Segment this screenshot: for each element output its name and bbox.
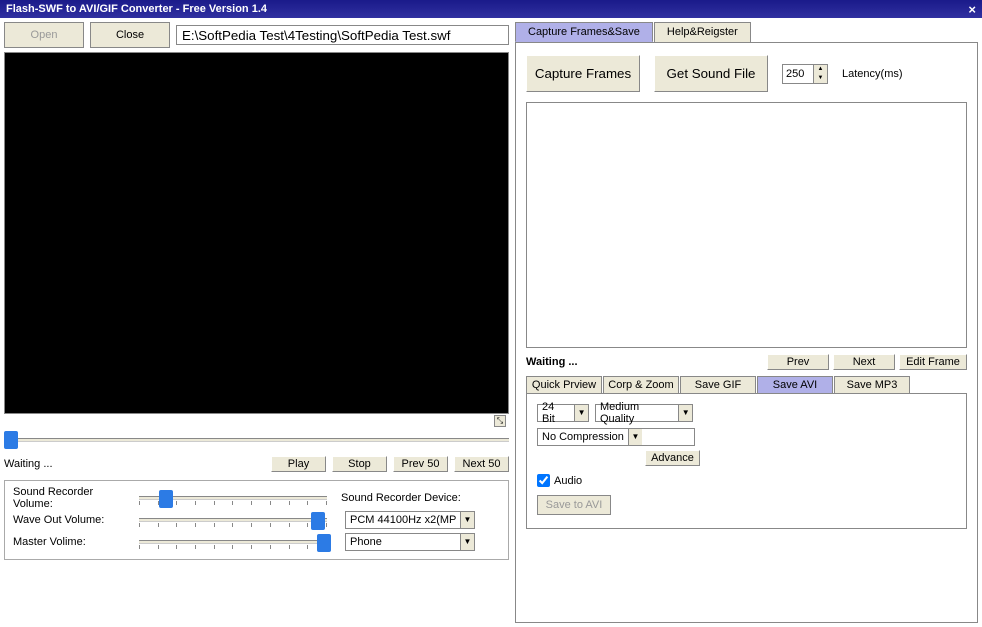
close-file-button[interactable]: Close: [90, 22, 170, 48]
prev-frame-button[interactable]: Prev: [767, 354, 829, 370]
chevron-down-icon: ▼: [628, 429, 642, 445]
subtab-crop-zoom[interactable]: Corp & Zoom: [603, 376, 679, 393]
edit-frame-button[interactable]: Edit Frame: [899, 354, 967, 370]
chevron-down-icon: ▼: [460, 512, 474, 528]
latency-spinner[interactable]: ▲▼: [782, 64, 828, 84]
spin-up-icon[interactable]: ▲: [813, 65, 827, 74]
next-frame-button[interactable]: Next: [833, 354, 895, 370]
window-close-icon[interactable]: ×: [968, 2, 976, 17]
subtab-save-avi[interactable]: Save AVI: [757, 376, 833, 393]
sound-rec-volume-label: Sound Recorder Volume:: [13, 486, 135, 510]
phone-device-select[interactable]: Phone▼: [345, 533, 475, 551]
compression-select[interactable]: No Compression▼: [537, 428, 695, 446]
window-title: Flash-SWF to AVI/GIF Converter - Free Ve…: [6, 3, 267, 15]
resize-handle-icon[interactable]: ⤡: [494, 415, 506, 427]
prev-50-button[interactable]: Prev 50: [393, 456, 448, 472]
subtab-save-mp3[interactable]: Save MP3: [834, 376, 910, 393]
audio-checkbox-input[interactable]: [537, 474, 550, 487]
subtab-quick-preview[interactable]: Quick Prview: [526, 376, 602, 393]
chevron-down-icon: ▼: [574, 405, 588, 421]
play-button[interactable]: Play: [271, 456, 326, 472]
master-volume-slider[interactable]: [139, 533, 327, 551]
latency-value[interactable]: [783, 65, 813, 83]
tab-capture-save[interactable]: Capture Frames&Save: [515, 22, 653, 42]
subtab-save-gif[interactable]: Save GIF: [680, 376, 756, 393]
sound-settings-group: Sound Recorder Volume: Sound Recorder De…: [4, 480, 509, 560]
open-button[interactable]: Open: [4, 22, 84, 48]
sound-device-select[interactable]: PCM 44100Hz x2(MP▼: [345, 511, 475, 529]
wave-out-volume-label: Wave Out Volume:: [13, 514, 135, 526]
spin-down-icon[interactable]: ▼: [813, 74, 827, 83]
save-to-avi-button[interactable]: Save to AVI: [537, 495, 611, 515]
swf-preview-area: ⤡: [4, 52, 509, 414]
get-sound-file-button[interactable]: Get Sound File: [654, 55, 768, 92]
sound-rec-volume-slider[interactable]: [139, 489, 327, 507]
master-volume-label: Master Volime:: [13, 536, 135, 548]
sound-device-label: Sound Recorder Device:: [341, 492, 471, 504]
captured-frames-area: [526, 102, 967, 348]
chevron-down-icon: ▼: [678, 405, 692, 421]
advance-button[interactable]: Advance: [645, 450, 700, 466]
capture-frames-button[interactable]: Capture Frames: [526, 55, 640, 92]
stop-button[interactable]: Stop: [332, 456, 387, 472]
wave-out-volume-slider[interactable]: [139, 511, 327, 529]
title-bar: Flash-SWF to AVI/GIF Converter - Free Ve…: [0, 0, 982, 18]
player-status: Waiting ...: [4, 458, 265, 470]
file-path-input[interactable]: [176, 25, 509, 45]
seek-slider[interactable]: [4, 430, 509, 450]
quality-select[interactable]: Medium Quality▼: [595, 404, 693, 422]
latency-label: Latency(ms): [842, 68, 903, 80]
next-50-button[interactable]: Next 50: [454, 456, 509, 472]
audio-checkbox[interactable]: Audio: [537, 474, 956, 487]
capture-status: Waiting ...: [526, 356, 763, 368]
bit-depth-select[interactable]: 24 Bit▼: [537, 404, 589, 422]
tab-help-register[interactable]: Help&Reigster: [654, 22, 751, 42]
save-avi-panel: 24 Bit▼ Medium Quality▼ No Compression▼ …: [526, 393, 967, 529]
chevron-down-icon: ▼: [460, 534, 474, 550]
